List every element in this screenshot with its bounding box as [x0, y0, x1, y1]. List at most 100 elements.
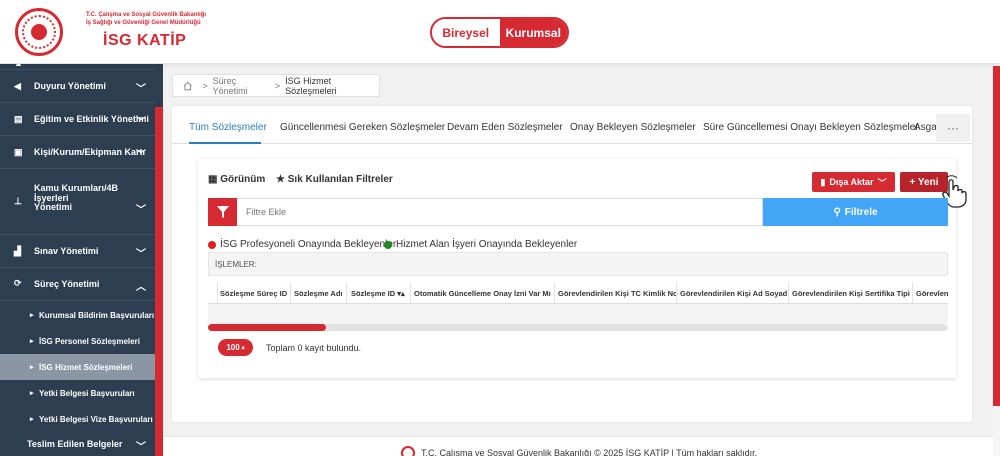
- star-icon: ★: [276, 174, 285, 185]
- view-menu[interactable]: ▦ Görünüm: [208, 174, 265, 185]
- sidebar-item-kisi-kurum[interactable]: ▣ Kişi/Kurum/Ekipman Kartı ﹀: [0, 136, 155, 169]
- chevron-down-icon: ﹀: [136, 84, 146, 95]
- sidebar-subitem-kurumsal-bildirim[interactable]: ▸ Kurumsal Bildirim Başvuruları: [0, 302, 155, 328]
- chevron-down-icon: ﹀: [877, 177, 887, 188]
- sidebar-subitem-yetki-belgesi[interactable]: ▸ Yetki Belgesi Başvuruları: [0, 380, 155, 406]
- column-header-sertifika-tipi[interactable]: Görevlendirilen Kişi Sertifika Tipi: [792, 289, 910, 298]
- org-name-line2: İş Sağlığı ve Güvenliği Genel Müdürlüğü: [86, 20, 201, 26]
- operations-bar: İŞLEMLER:: [208, 252, 948, 276]
- sidebar-subitem-label: İSG Personel Sözleşmeleri: [39, 337, 140, 346]
- list-icon: ▤: [14, 114, 23, 124]
- column-header-surec-id[interactable]: Sözleşme Süreç ID: [220, 289, 287, 298]
- sidebar-subitem-label: Yetki Belgesi Başvuruları: [39, 389, 135, 398]
- id-card-icon: ▣: [14, 147, 23, 157]
- home-icon[interactable]: [183, 81, 192, 91]
- export-button[interactable]: ▮ Dışa Aktar ﹀: [812, 172, 895, 192]
- caret-up-icon: ▴: [241, 345, 245, 351]
- sidebar-item-duyuru[interactable]: ◀ Duyuru Yönetimi ﹀: [0, 70, 155, 103]
- favorite-filters-menu[interactable]: ★ Sık Kullanılan Filtreler: [276, 174, 393, 185]
- file-pdf-icon: ▮: [820, 176, 826, 187]
- chevron-down-icon: ﹀: [136, 205, 146, 216]
- column-header-gorevlen[interactable]: Görevlen: [916, 289, 948, 298]
- grid-body-empty: [208, 304, 948, 324]
- column-header-sozlesme-id[interactable]: Sözleşme ID ▾▴: [351, 289, 405, 298]
- chevron-down-icon: ﹀: [136, 249, 146, 260]
- sidebar-item-label: Kamu Kurumları/4B İşyerleri: [34, 183, 119, 203]
- ministry-seal-logo[interactable]: [15, 8, 63, 56]
- sidebar-item-surec[interactable]: ⟳ Süreç Yönetimi ︿: [0, 268, 155, 301]
- caret-right-icon: ▸: [30, 338, 34, 345]
- breadcrumb-separator: >: [202, 80, 208, 91]
- toggle-kurumsal[interactable]: Kurumsal: [499, 19, 567, 46]
- total-records-text: Toplam 0 kayıt bulundu.: [266, 343, 362, 353]
- filter-submit-label: Filtrele: [844, 206, 878, 218]
- page-scrollbar-thumb[interactable]: [993, 66, 1000, 406]
- more-tabs-button[interactable]: ···: [936, 114, 970, 142]
- sidebar-item-label: Duyuru Yönetimi: [34, 81, 106, 91]
- page-scrollbar[interactable]: [993, 64, 1000, 456]
- caret-right-icon: ▸: [30, 364, 34, 371]
- sidebar-subitem-yetki-vize[interactable]: ▸ Yetki Belgesi Vize Başvuruları: [0, 406, 155, 432]
- red-dot-icon: [208, 240, 216, 249]
- tab-devam-eden[interactable]: Devam Eden Sözleşmeler: [447, 122, 563, 133]
- search-icon: ⚲: [833, 206, 841, 218]
- top-header: T.C. Çalışma ve Sosyal Güvenlik Bakanlığ…: [0, 0, 1000, 64]
- sidebar-item-teslim-belgeler[interactable]: Teslim Edilen Belgeler ﹀: [0, 432, 155, 456]
- page-size-select[interactable]: 100 ▴: [218, 339, 253, 356]
- org-name-line1: T.C. Çalışma ve Sosyal Güvenlik Bakanlığ…: [86, 12, 207, 18]
- scrollbar-thumb[interactable]: [208, 324, 326, 331]
- legend-item-hizmet-alan: Hizmet Alan İşyeri Onayında Bekleyenler: [384, 239, 577, 250]
- sidebar-item-sinav[interactable]: ▟ Sınav Yönetimi ﹀: [0, 235, 155, 268]
- exam-icon: ▟: [14, 246, 21, 256]
- grid-view-icon: ▦: [208, 174, 218, 185]
- sidebar-subitem-isg-hizmet[interactable]: ▸ İSG Hizmet Sözleşmeleri: [0, 354, 155, 380]
- sidebar-item-label: Kişi/Kurum/Ekipman Kartı: [34, 147, 146, 157]
- tab-bar: Tüm Sözleşmeler Güncellenmesi Gereken Sö…: [172, 114, 972, 144]
- sidebar-subitem-isg-personel[interactable]: ▸ İSG Personel Sözleşmeleri: [0, 328, 155, 354]
- page-size-value: 100: [226, 343, 240, 352]
- tab-onay-bekleyen[interactable]: Onay Bekleyen Sözleşmeler: [570, 122, 696, 133]
- app-title[interactable]: İSG KATİP: [103, 32, 186, 50]
- column-header-otomatik-guncelleme[interactable]: Otomatik Güncelleme Onay İzni Var Mı: [414, 289, 551, 298]
- view-label: Görünüm: [220, 174, 266, 185]
- tab-sure-guncellemesi[interactable]: Süre Güncellemesi Onayı Bekleyen Sözleşm…: [703, 122, 919, 133]
- sidebar-scrollbar[interactable]: [155, 107, 163, 456]
- grid-header: Sözleşme Süreç ID Sözleşme Adı Sözleşme …: [208, 282, 948, 304]
- sidebar: ▲ Bildirim Yönetimi ◀ Duyuru Yönetimi ﹀ …: [0, 56, 163, 456]
- sidebar-item-kamu-kurumlari[interactable]: ⊥ Kamu Kurumları/4B İşyerleri Yönetimi ﹀: [0, 169, 155, 235]
- chevron-down-icon: ﹀: [136, 117, 146, 128]
- footer-text: T.C. Çalışma ve Sosyal Güvenlik Bakanlığ…: [421, 448, 758, 456]
- sidebar-item-label: Süreç Yönetimi: [34, 279, 100, 289]
- chevron-up-icon: ︿: [136, 282, 146, 293]
- toggle-bireysel[interactable]: Bireysel: [432, 19, 500, 46]
- column-header-label: Sözleşme ID: [351, 289, 396, 298]
- breadcrumb-separator: >: [274, 80, 281, 91]
- breadcrumb-current: İSG Hizmet Sözleşmeleri: [285, 75, 337, 96]
- sort-icon[interactable]: ▾▴: [397, 289, 405, 298]
- megaphone-icon: ◀: [14, 81, 21, 91]
- chevron-down-icon: ﹀: [136, 150, 146, 161]
- column-header-sozlesme-adi[interactable]: Sözleşme Adı: [294, 289, 343, 298]
- sidebar-item-egitim[interactable]: ▤ Eğitim ve Etkinlik Yönetimi ﹀: [0, 103, 155, 136]
- breadcrumb-level1[interactable]: Süreç Yönetimi: [213, 76, 270, 96]
- sidebar-item-label-line2: Yönetimi: [34, 202, 73, 212]
- column-header-ad-soyad[interactable]: Görevlendirilen Kişi Ad Soyad: [680, 289, 787, 298]
- export-label: Dışa Aktar: [829, 177, 874, 187]
- chevron-down-icon: ﹀: [136, 442, 146, 453]
- sidebar-subitem-label: Kurumsal Bildirim Başvuruları: [39, 311, 155, 320]
- caret-right-icon: ▸: [30, 312, 34, 319]
- grid-horizontal-scrollbar[interactable]: [208, 324, 948, 331]
- filter-toggle-button[interactable]: [208, 198, 237, 226]
- ministry-seal-small-logo: [401, 446, 415, 456]
- tab-tum-sozlesmeler[interactable]: Tüm Sözleşmeler: [189, 122, 267, 133]
- filter-input[interactable]: [237, 198, 763, 226]
- sync-icon: ⟳: [14, 278, 22, 288]
- column-header-tc-kimlik[interactable]: Görevlendirilen Kişi TC Kimlik No: [558, 289, 678, 298]
- filter-submit-button[interactable]: ⚲ Filtrele: [763, 198, 948, 226]
- sidebar-subitem-label: İSG Hizmet Sözleşmeleri: [39, 363, 133, 372]
- sidebar-subitem-label: Yetki Belgesi Vize Başvuruları: [39, 415, 153, 424]
- caret-right-icon: ▸: [30, 416, 34, 423]
- tab-guncellenmesi-gereken[interactable]: Güncellenmesi Gereken Sözleşmeler: [280, 122, 445, 133]
- legend-item-isg-profesyoneli: İSG Profesyoneli Onayında Bekleyenler: [208, 239, 396, 250]
- caret-right-icon: ▸: [30, 390, 34, 397]
